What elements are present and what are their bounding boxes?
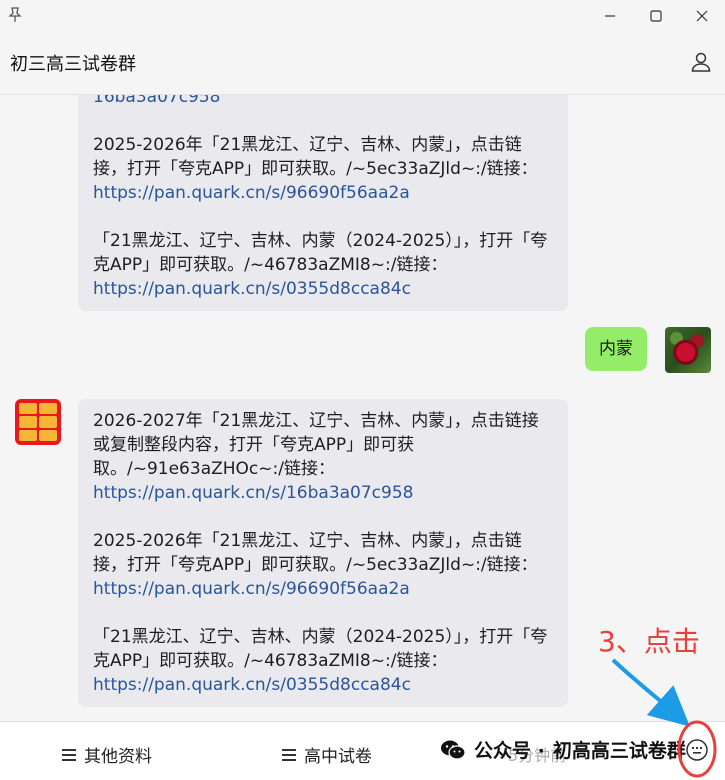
message-link[interactable]: 16ba3a07c958 — [93, 95, 221, 107]
message-link[interactable]: https://pan.quark.cn/s/0355d8cca84c — [93, 675, 411, 695]
bottom-menu-bar: 其他资料 高中试卷 5分钟前 公众号 · 初高高三试卷群 — [0, 721, 725, 780]
message-link[interactable]: https://pan.quark.cn/s/0355d8cca84c — [93, 279, 411, 299]
message-text: 2026-2027年「21黑龙江、辽宁、吉林、内蒙」，点击链接或复制整段内容，打… — [93, 411, 539, 479]
incoming-message-bubble[interactable]: 2026-2027年「21黑龙江、辽宁、吉林、内蒙」，点击链接或复制整段内容，打… — [78, 399, 568, 707]
chat-title: 初三高三试卷群 — [10, 54, 136, 75]
menu-icon — [282, 748, 296, 761]
window-titlebar — [0, 0, 725, 32]
bot-avatar[interactable] — [15, 399, 61, 445]
close-button[interactable] — [679, 0, 725, 32]
message-link[interactable]: https://pan.quark.cn/s/16ba3a07c958 — [93, 483, 413, 503]
menu-label: 其他资料 — [84, 747, 152, 767]
watermark: 公众号 · 初高高三试卷群 — [440, 736, 686, 763]
message-text: 2025-2026年「21黑龙江、辽宁、吉林、内蒙」，点击链接，打开「夸克APP… — [93, 135, 538, 179]
close-icon — [696, 10, 708, 22]
menu-label: 高中试卷 — [304, 747, 372, 767]
incoming-message-bubble[interactable]: 16ba3a07c958 2025-2026年「21黑龙江、辽宁、吉林、内蒙」，… — [78, 95, 568, 311]
menu-icon — [62, 748, 76, 761]
maximize-icon — [650, 10, 662, 22]
watermark-name: 初高高三试卷群 — [552, 740, 686, 762]
wechat-icon — [441, 740, 466, 760]
annotation-label: 3、点击 — [598, 625, 700, 658]
message-text: 「21黑龙江、辽宁、吉林、内蒙（2024-2025）」，打开「夸克APP」即可获… — [93, 231, 548, 275]
user-icon[interactable] — [689, 50, 713, 74]
message-text: 2025-2026年「21黑龙江、辽宁、吉林、内蒙」，点击链接，打开「夸克APP… — [93, 531, 538, 575]
menu-other-materials[interactable]: 其他资料 — [62, 742, 152, 767]
menu-high-school-papers[interactable]: 高中试卷 — [282, 742, 372, 767]
minimize-button[interactable] — [587, 0, 633, 32]
outgoing-message-bubble[interactable]: 内蒙 — [585, 327, 647, 371]
message-text: 内蒙 — [599, 339, 633, 359]
pin-icon[interactable] — [6, 6, 24, 24]
message-link[interactable]: https://pan.quark.cn/s/96690f56aa2a — [93, 579, 410, 599]
chat-header: 初三高三试卷群 — [0, 32, 725, 95]
message-link[interactable]: https://pan.quark.cn/s/96690f56aa2a — [93, 183, 410, 203]
message-text: 「21黑龙江、辽宁、吉林、内蒙（2024-2025）」，打开「夸克APP」即可获… — [93, 627, 548, 671]
minimize-icon — [605, 15, 615, 17]
keyboard-icon[interactable] — [685, 738, 709, 762]
maximize-button[interactable] — [633, 0, 679, 32]
watermark-prefix: 公众号 · — [474, 740, 545, 762]
my-avatar[interactable] — [665, 327, 711, 373]
